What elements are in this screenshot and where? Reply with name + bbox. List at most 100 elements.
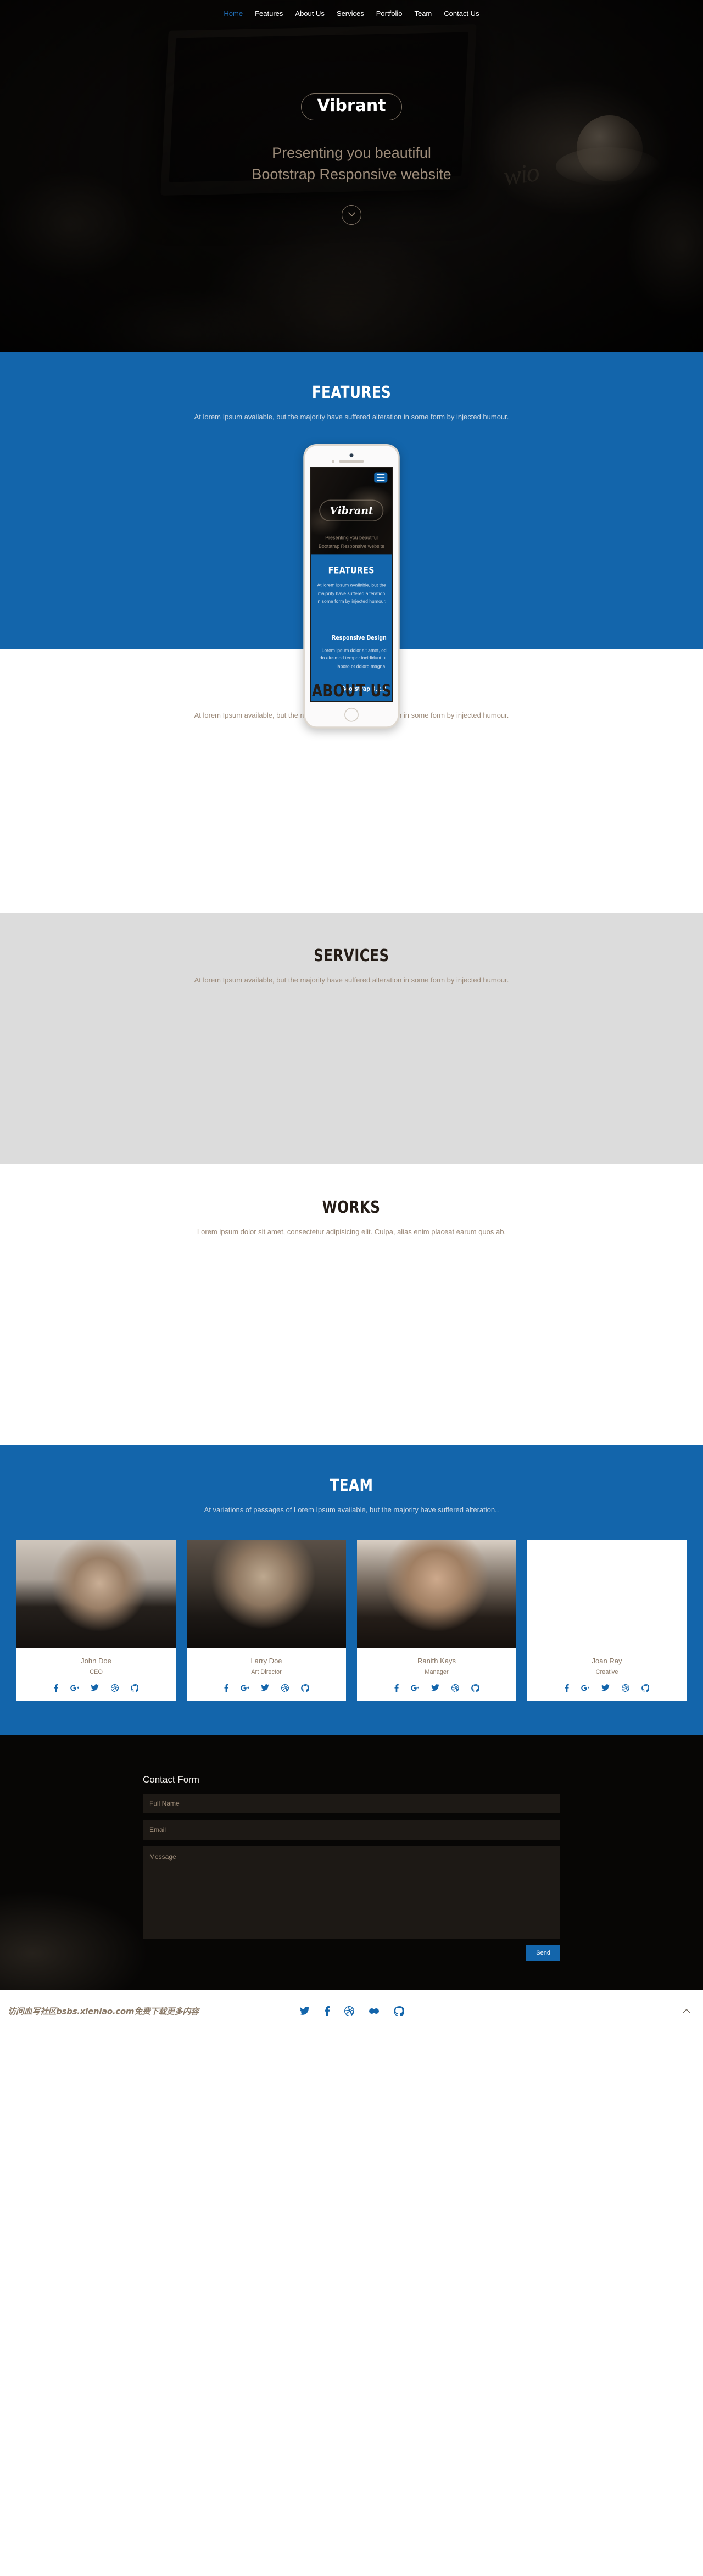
nav-link-services[interactable]: Services (331, 7, 370, 20)
team-card-body: John Doe CEO (16, 1648, 176, 1701)
contact-background-decor (0, 1890, 148, 1990)
phone-screen-logo-text: Vibrant (330, 504, 373, 517)
dribbble-icon[interactable] (281, 1684, 289, 1692)
team-card-body: Joan Ray Creative (527, 1648, 687, 1701)
team-card[interactable]: Larry Doe Art Director (187, 1540, 346, 1701)
facebook-icon[interactable] (565, 1684, 569, 1692)
team-grid: John Doe CEO Larry Doe Art Director Rani… (0, 1540, 703, 1701)
features-header: FEATURES At lorem Ipsum available, but t… (0, 384, 703, 423)
facebook-icon[interactable] (324, 2006, 330, 2016)
contact-section: Contact Form Send (0, 1734, 703, 1990)
phone-screen-logo: Vibrant (319, 499, 384, 521)
phone-screen-feature-card-title: Responsive Design (332, 633, 387, 641)
nav-item-about-us[interactable]: About Us (289, 7, 330, 20)
nav-item-home[interactable]: Home (217, 7, 249, 20)
phone-sensor-decor (331, 460, 335, 463)
team-member-role: Art Director (251, 1669, 282, 1676)
dribbble-icon[interactable] (344, 2006, 354, 2016)
main-navbar: Home Features About Us Services Portfoli… (0, 0, 703, 26)
back-to-top-button[interactable] (682, 2008, 691, 2014)
hero-tagline-line-2: Bootstrap Responsive website (252, 165, 451, 182)
send-row: Send (143, 1945, 560, 1961)
services-title: SERVICES (314, 946, 389, 965)
team-member-role: Creative (595, 1669, 618, 1676)
google-plus-icon[interactable] (581, 1684, 589, 1692)
nav-link-team[interactable]: Team (408, 7, 438, 20)
dribbble-icon[interactable] (111, 1684, 119, 1692)
hero-section: wio Home Features About Us Services Port… (0, 0, 703, 352)
github-icon[interactable] (131, 1684, 138, 1692)
phone-speaker-decor (339, 460, 364, 463)
team-member-socials (22, 1684, 170, 1692)
team-card[interactable]: Joan Ray Creative (527, 1540, 687, 1701)
team-member-name: Larry Doe (250, 1656, 282, 1665)
hero-tagline: Presenting you beautiful Bootstrap Respo… (252, 142, 451, 185)
scroll-down-button[interactable] (342, 204, 361, 225)
services-subtitle: At lorem Ipsum available, but the majori… (194, 975, 509, 984)
team-header: TEAM At variations of passages of Lorem … (0, 1476, 703, 1516)
twitter-icon[interactable] (431, 1684, 439, 1692)
about-section: ABOUT US At lorem Ipsum available, but t… (0, 648, 703, 913)
watermark-text: 访问血写社区bsbs.xienlao.com免费下载更多内容 (8, 2006, 199, 2017)
team-member-name: Ranith Kays (417, 1656, 456, 1665)
team-member-photo (527, 1540, 687, 1648)
github-icon[interactable] (641, 1684, 649, 1692)
nav-item-contact-us[interactable]: Contact Us (438, 7, 485, 20)
nav-item-services[interactable]: Services (331, 7, 370, 20)
github-icon[interactable] (394, 2006, 404, 2016)
google-plus-icon[interactable] (70, 1684, 79, 1692)
facebook-icon[interactable] (394, 1684, 399, 1692)
twitter-icon[interactable] (91, 1684, 99, 1692)
features-section: FEATURES At lorem Ipsum available, but t… (0, 352, 703, 729)
message-textarea[interactable] (143, 1846, 560, 1939)
works-title: WORKS (322, 1197, 381, 1217)
twitter-icon[interactable] (601, 1684, 610, 1692)
facebook-icon[interactable] (54, 1684, 58, 1692)
dribbble-icon[interactable] (451, 1684, 459, 1692)
phone-home-button-icon (344, 707, 359, 722)
services-section: SERVICES At lorem Ipsum available, but t… (0, 912, 703, 1164)
team-card[interactable]: John Doe CEO (16, 1540, 176, 1701)
contact-form-title: Contact Form (143, 1774, 199, 1785)
team-card[interactable]: Ranith Kays Manager (357, 1540, 516, 1701)
site-logo[interactable]: Vibrant (301, 93, 402, 120)
services-content-area (0, 986, 703, 987)
phone-screen-feature-card-text: Lorem ipsum dolor sit amet, ed do eiusmo… (319, 647, 387, 670)
team-member-name: John Doe (81, 1656, 111, 1665)
team-member-photo (357, 1540, 516, 1648)
facebook-icon[interactable] (224, 1684, 228, 1692)
github-icon[interactable] (301, 1684, 309, 1692)
site-logo-text: Vibrant (317, 96, 386, 115)
site-footer: 访问血写社区bsbs.xienlao.com免费下载更多内容 (0, 1989, 703, 2033)
google-plus-icon[interactable] (241, 1684, 249, 1692)
nav-link-about-us[interactable]: About Us (289, 7, 330, 20)
nav-item-portfolio[interactable]: Portfolio (370, 7, 409, 20)
nav-link-features[interactable]: Features (249, 7, 289, 20)
hamburger-menu-icon[interactable] (374, 472, 388, 483)
chevron-down-icon (348, 210, 355, 219)
team-card-body: Larry Doe Art Director (187, 1648, 346, 1701)
team-member-name: Joan Ray (592, 1656, 622, 1665)
google-plus-icon[interactable] (411, 1684, 419, 1692)
phone-screen-features-title: FEATURES (328, 565, 375, 576)
dribbble-icon[interactable] (622, 1684, 629, 1692)
send-button[interactable]: Send (526, 1945, 560, 1961)
chevron-down-icon-svg (348, 212, 355, 217)
nav-link-contact-us[interactable]: Contact Us (438, 7, 485, 20)
team-subtitle: At variations of passages of Lorem Ipsum… (204, 1505, 499, 1514)
nav-item-features[interactable]: Features (249, 7, 289, 20)
team-member-photo (16, 1540, 176, 1648)
email-input[interactable] (143, 1820, 560, 1840)
flickr-icon[interactable] (369, 2008, 380, 2014)
phone-screen-feature-card: Responsive Design Lorem ipsum dolor sit … (316, 627, 387, 671)
works-content-area (0, 1238, 703, 1239)
twitter-icon[interactable] (261, 1684, 269, 1692)
nav-item-team[interactable]: Team (408, 7, 438, 20)
github-icon[interactable] (471, 1684, 479, 1692)
services-header: SERVICES At lorem Ipsum available, but t… (0, 947, 703, 986)
fullname-input[interactable] (143, 1794, 560, 1814)
twitter-icon[interactable] (299, 2006, 310, 2016)
team-section: TEAM At variations of passages of Lorem … (0, 1444, 703, 1735)
nav-link-home[interactable]: Home (217, 7, 249, 20)
nav-link-portfolio[interactable]: Portfolio (370, 7, 409, 20)
